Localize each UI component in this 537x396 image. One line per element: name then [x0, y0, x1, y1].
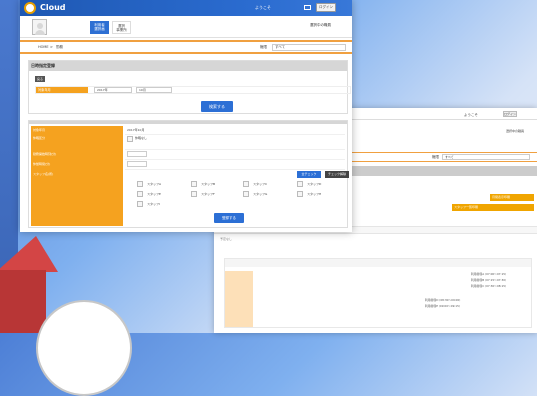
breadcrumb-current: 勤務 — [56, 45, 63, 49]
avatar[interactable] — [32, 19, 47, 35]
window2-welcome: ようこそ — [464, 113, 478, 117]
vacation-checkbox[interactable] — [127, 136, 133, 142]
logo-text: Cloud — [40, 3, 66, 12]
window2-monthly-print-button[interactable]: 月間表示印刷 — [490, 194, 534, 201]
window2-login-badge[interactable]: ログイン — [503, 111, 517, 117]
staff-checkbox[interactable] — [297, 191, 303, 197]
house-illustration — [0, 270, 46, 333]
window2-perm-select[interactable]: すべて — [442, 154, 530, 160]
staff-checkbox[interactable] — [191, 181, 197, 187]
staff-label: スタッフC — [253, 182, 268, 186]
break-time-input[interactable] — [127, 161, 147, 167]
staff-label: スタッフF — [201, 192, 215, 196]
back-button[interactable]: 戻る — [35, 76, 45, 82]
staff-checkbox[interactable] — [137, 191, 143, 197]
form-label: 対象年月 — [33, 128, 46, 132]
staff-checkbox[interactable] — [297, 181, 303, 187]
register-button[interactable]: 登録する — [214, 213, 244, 223]
start-time-input[interactable] — [127, 151, 147, 157]
mail-icon[interactable] — [304, 5, 311, 10]
search-button[interactable]: 検索する — [201, 101, 233, 112]
breadcrumb-home[interactable]: HOME — [38, 45, 49, 49]
month-label: 対象年月 — [36, 87, 88, 93]
staff-label: スタッフH — [307, 192, 322, 196]
nav-tab-user-select[interactable]: 利用者 選択画 — [90, 21, 109, 34]
check-all-button[interactable]: 全チェック — [297, 171, 321, 178]
nav-tab-office[interactable]: 選択 事業所 — [112, 21, 131, 34]
form-label: 休憩時間(分) — [33, 162, 51, 166]
breadcrumb-separator: > — [50, 45, 53, 49]
row-divider — [125, 149, 345, 150]
form-label: 休暇区分 — [33, 136, 46, 140]
month-row: 対象年月 2017年 10月 — [35, 86, 351, 94]
row-divider — [125, 159, 345, 160]
target-month-value: 2017年10月 — [127, 128, 145, 132]
window2-change-link[interactable]: 選択中の職員 — [506, 129, 524, 133]
permission-label: 権限 — [260, 45, 267, 49]
avatar-body — [35, 30, 45, 35]
registration-form-section: 対象年月 休暇区分 勤務開始時刻(分) 休憩時間(分) スタッフ名(所) 201… — [28, 120, 349, 228]
window2-perm-label: 権限 — [432, 155, 439, 159]
circle-decoration — [36, 300, 132, 396]
staff-checkbox[interactable] — [137, 181, 143, 187]
row-divider — [125, 134, 345, 135]
section-title: 日時指定登録 — [29, 61, 347, 71]
schedule-entry[interactable]: 利用者様A (07:00〜07:15) — [471, 272, 506, 276]
login-badge[interactable]: ログイン — [316, 3, 336, 12]
avatar-head — [37, 23, 43, 29]
window2-staff-print-button[interactable]: スタッフ一覧印刷 — [452, 204, 534, 211]
window2-schedule-grid: 利用者様A (07:00〜07:15) 利用者様B (07:15〜07:30) … — [224, 258, 532, 328]
schedule-highlight-cell — [225, 271, 253, 327]
form-label-column: 対象年月 休暇区分 勤務開始時刻(分) 休憩時間(分) スタッフ名(所) — [31, 126, 123, 226]
staff-checkbox[interactable] — [137, 201, 143, 207]
year-select[interactable]: 2017年 — [94, 87, 132, 93]
house-roof-illustration — [0, 236, 58, 272]
schedule-header — [225, 259, 531, 267]
header: 利用者 選択画 選択 事業所 選択中の職員 — [20, 16, 352, 38]
nav-tab-label: 事業所 — [116, 28, 127, 32]
staff-label: スタッフD — [307, 182, 322, 186]
date-registration-section: 日時指定登録 戻る 対象年月 2017年 10月 検索する — [28, 60, 351, 114]
staff-checkbox[interactable] — [243, 191, 249, 197]
change-staff-link[interactable]: 選択中の職員 — [310, 23, 331, 28]
app-bar: Cloud ようこそ ログイン — [20, 0, 352, 16]
vacation-label: 休暇なし — [135, 136, 148, 140]
welcome-text: ようこそ — [255, 5, 271, 10]
staff-label: スタッフB — [201, 182, 216, 186]
permission-select[interactable]: すべて — [272, 44, 346, 51]
form-label: 勤務開始時刻(分) — [33, 152, 57, 156]
month-select[interactable]: 10月 — [136, 87, 172, 93]
nav-tab-label: 選択画 — [94, 27, 105, 31]
row-divider — [125, 169, 345, 170]
staff-checkbox[interactable] — [243, 181, 249, 187]
staff-label: スタッフG — [253, 192, 268, 196]
window2-no-schedule: 予定なし — [220, 237, 233, 241]
schedule-entry[interactable]: 利用者様C (07:30〜08:15) — [471, 284, 506, 288]
logo-icon — [24, 2, 36, 14]
staff-label: スタッフI — [147, 202, 160, 206]
section-top-bar — [29, 121, 347, 124]
staff-label: スタッフA — [147, 182, 162, 186]
schedule-entry[interactable]: 利用者様B (07:15〜07:30) — [471, 278, 506, 282]
staff-checkbox-grid: スタッフA スタッフB スタッフC スタッフD スタッフE スタッフF スタッフ… — [137, 179, 349, 209]
staff-checkbox[interactable] — [191, 191, 197, 197]
main-window: Cloud ようこそ ログイン 利用者 選択画 選択 事業所 選択中の職員 HO… — [20, 0, 352, 232]
schedule-entry[interactable]: 利用者様E (09:00〜09:15) — [425, 304, 460, 308]
uncheck-all-button[interactable]: チェック解除 — [325, 171, 349, 178]
staff-label: スタッフE — [147, 192, 161, 196]
schedule-entry[interactable]: 利用者様D (08:30〜09:00) — [425, 298, 460, 302]
form-label: スタッフ名(所) — [33, 172, 54, 176]
breadcrumb: HOME > 勤務 権限 すべて — [20, 40, 352, 54]
